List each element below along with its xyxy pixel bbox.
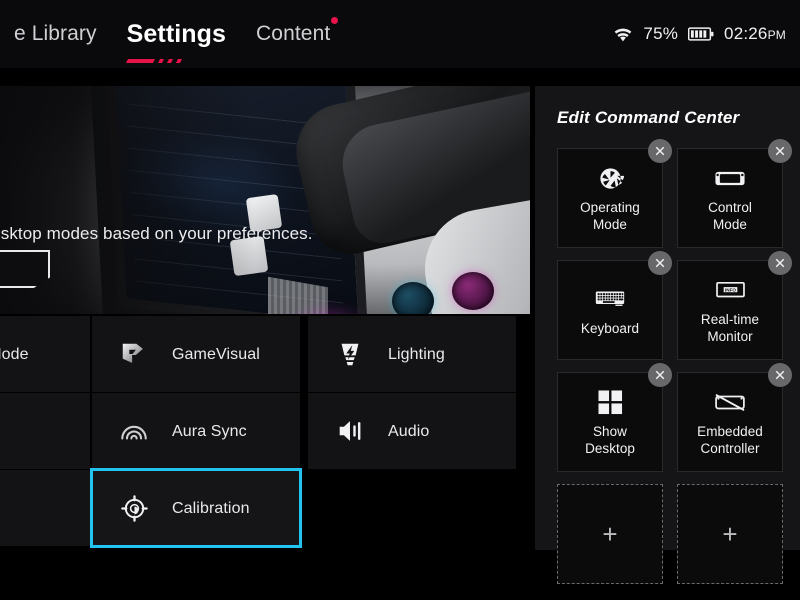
hero-banner: de mepad and Desktop modes based on your… xyxy=(0,86,530,314)
status-tray: 75% 02:26PM xyxy=(613,24,786,44)
tile-calibration-label: Calibration xyxy=(172,499,250,517)
embedded-controller-icon xyxy=(715,389,745,415)
tile-gamevisual[interactable]: GameVisual xyxy=(92,316,300,392)
close-icon[interactable] xyxy=(648,139,672,163)
calibration-icon xyxy=(118,492,150,524)
close-icon[interactable] xyxy=(768,363,792,387)
svg-text:INFO: INFO xyxy=(725,287,736,292)
hero-subtitle: mepad and Desktop modes based on your pr… xyxy=(0,224,313,243)
nav-tab-settings-label: Settings xyxy=(126,20,227,48)
tile-lighting-label: Lighting xyxy=(388,345,445,363)
close-icon[interactable] xyxy=(648,363,672,387)
tile-audio[interactable]: Audio xyxy=(308,393,516,469)
clock-meridiem: PM xyxy=(767,28,786,42)
tile-calibration[interactable]: Calibration xyxy=(90,468,302,548)
battery-percent-label: 75% xyxy=(643,24,679,43)
command-card-operating-mode-label: Operating Mode xyxy=(580,200,640,232)
tile-audio-label: Audio xyxy=(388,422,430,440)
battery-icon xyxy=(688,27,714,41)
edit-command-center-panel: Edit Command Center Operating Mode Contr… xyxy=(535,86,800,584)
tile-aura-sync[interactable]: Aura Sync xyxy=(92,393,300,469)
clock: 02:26PM xyxy=(724,24,786,44)
command-card-keyboard-label: Keyboard xyxy=(580,320,640,336)
command-card-keyboard[interactable]: Keyboard xyxy=(557,251,672,360)
gamevisual-icon xyxy=(118,338,150,370)
command-card-operating-mode[interactable]: Operating Mode xyxy=(557,139,672,248)
close-icon[interactable] xyxy=(768,251,792,275)
nav-tab-game-library[interactable]: e Library xyxy=(0,19,111,49)
nav-tab-settings[interactable]: Settings xyxy=(111,19,242,63)
tile-lighting[interactable]: Lighting xyxy=(308,316,516,392)
top-navigation-bar: e Library Settings Content 75% 02:26PM xyxy=(0,0,800,68)
aura-sync-icon xyxy=(118,415,150,447)
command-card-show-desktop[interactable]: Show Desktop xyxy=(557,363,672,472)
edit-command-center-title: Edit Command Center xyxy=(557,108,740,127)
tile-function[interactable]: ction xyxy=(0,393,90,469)
tile-operating-mode[interactable]: ing Mode xyxy=(0,316,90,392)
command-card-embedded-controller-label: Embedded Controller xyxy=(697,424,763,456)
show-desktop-icon xyxy=(595,389,625,415)
command-card-show-desktop-label: Show Desktop xyxy=(585,424,635,456)
audio-icon xyxy=(334,415,366,447)
operating-mode-icon xyxy=(595,165,625,191)
control-mode-icon xyxy=(715,165,745,191)
hero-copy: de mepad and Desktop modes based on your… xyxy=(0,184,408,244)
wifi-icon xyxy=(613,26,633,42)
clock-time: 02:26 xyxy=(724,24,768,43)
nav-tab-content[interactable]: Content xyxy=(242,17,344,49)
close-icon[interactable] xyxy=(768,139,792,163)
nav-tab-content-label: Content xyxy=(256,22,331,45)
command-card-embedded-controller[interactable]: Embedded Controller xyxy=(677,363,792,472)
command-card-control-mode-label: Control Mode xyxy=(708,200,752,232)
real-time-monitor-icon: INFO xyxy=(715,277,745,303)
command-card-add-slot[interactable]: + xyxy=(557,484,663,584)
close-icon[interactable] xyxy=(648,251,672,275)
lighting-icon xyxy=(334,338,366,370)
command-card-add-slot[interactable]: + xyxy=(677,484,783,584)
plus-icon: + xyxy=(602,519,618,549)
tile-keyboard-shortcuts[interactable]: ard uts xyxy=(0,470,90,546)
command-center-card-grid: Operating Mode Control Mode Keyboard INF… xyxy=(557,139,792,584)
command-card-real-time-monitor-label: Real-time Monitor xyxy=(700,312,760,344)
nav-tab-game-library-label: e Library xyxy=(14,22,97,45)
tile-gamevisual-label: GameVisual xyxy=(172,345,260,363)
main-nav: e Library Settings Content xyxy=(0,17,344,63)
hero-title: de xyxy=(0,184,408,210)
active-tab-underline xyxy=(125,59,183,63)
tile-operating-mode-label: ing Mode xyxy=(0,345,29,363)
tile-aura-sync-label: Aura Sync xyxy=(172,422,247,440)
plus-icon: + xyxy=(722,519,738,549)
command-card-control-mode[interactable]: Control Mode xyxy=(677,139,792,248)
app-root: e Library Settings Content 75% 02:26PM s… xyxy=(0,0,800,600)
keyboard-icon xyxy=(595,286,625,312)
content-notification-dot xyxy=(331,17,339,24)
command-card-real-time-monitor[interactable]: INFO Real-time Monitor xyxy=(677,251,792,360)
